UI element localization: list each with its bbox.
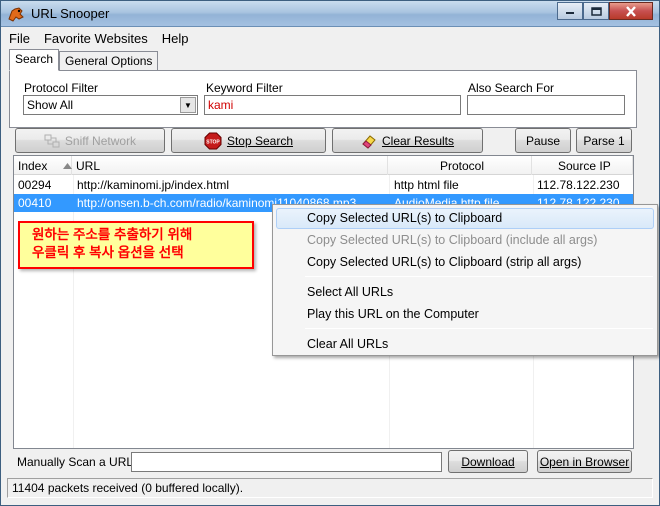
maximize-icon [590,6,602,16]
table-row[interactable]: 00294 http://kaminomi.jp/index.html http… [14,176,633,194]
minimize-icon [566,12,574,14]
app-window: URL Snooper File Favorite Websites Help … [0,0,660,506]
cell-protocol: http html file [394,178,459,192]
menu-help[interactable]: Help [155,31,196,46]
stop-sign-icon: STOP [204,132,222,150]
menu-copy-include-args[interactable]: Copy Selected URL(s) to Clipboard (inclu… [276,230,654,251]
callout-line-1: 원하는 주소를 추출하기 위해 [32,227,193,242]
menu-separator [305,328,653,329]
search-panel: Protocol Filter Show All ▼ Keyword Filte… [9,70,637,128]
download-button[interactable]: Download [448,450,528,473]
cell-index: 00294 [18,178,52,192]
sort-ascending-icon [63,163,72,169]
open-in-browser-button[interactable]: Open in Browser [537,450,632,473]
parse-button[interactable]: Parse 1 [576,128,632,153]
menu-separator [305,276,653,277]
protocol-filter-value: Show All [27,98,74,112]
also-search-input[interactable] [467,95,625,115]
clear-results-button[interactable]: Clear Results [332,128,483,153]
network-icon [44,133,60,149]
cell-source-ip: 112.78.122.230 [537,178,620,192]
sniff-network-button[interactable]: Sniff Network [15,128,165,153]
keyword-filter-input[interactable]: kami [204,95,461,115]
window-title: URL Snooper [31,6,110,21]
grid-line [73,175,74,448]
open-in-browser-label: Open in Browser [539,454,630,469]
minimize-button[interactable] [557,2,583,20]
sniff-network-label: Sniff Network [64,133,137,148]
tab-strip: Search General Options [9,49,159,71]
menu-bar: File Favorite Websites Help [2,28,658,49]
pause-button[interactable]: Pause [515,128,571,153]
callout-line-2: 우클릭 후 복사 옵션을 선택 [32,245,184,260]
protocol-filter-select[interactable]: Show All ▼ [23,95,198,115]
clear-results-label: Clear Results [381,133,455,148]
column-header-source-ip[interactable]: Source IP [532,156,633,175]
tab-general-options[interactable]: General Options [59,51,159,71]
svg-text:STOP: STOP [206,139,220,145]
keyword-filter-label: Keyword Filter [206,81,283,95]
also-search-label: Also Search For [468,81,555,95]
chevron-down-icon[interactable]: ▼ [180,97,196,113]
instruction-callout: 원하는 주소를 추출하기 위해 우클릭 후 복사 옵션을 선택 [18,221,254,269]
column-header-protocol[interactable]: Protocol [388,156,532,175]
manual-scan-input[interactable] [131,452,442,472]
menu-select-all-urls[interactable]: Select All URLs [276,282,654,303]
cell-url: http://kaminomi.jp/index.html [77,178,230,192]
tab-search[interactable]: Search [9,49,60,71]
protocol-filter-label: Protocol Filter [24,81,99,95]
app-logo-icon [8,7,24,22]
menu-play-url[interactable]: Play this URL on the Computer [276,304,654,325]
menu-clear-all-urls[interactable]: Clear All URLs [276,334,654,355]
eraser-icon [361,133,377,149]
manual-scan-label: Manually Scan a URL: [17,455,137,469]
title-bar[interactable]: URL Snooper [1,1,659,27]
column-header-url[interactable]: URL [63,156,388,175]
menu-copy-selected-urls[interactable]: Copy Selected URL(s) to Clipboard [276,208,654,229]
context-menu: Copy Selected URL(s) to Clipboard Copy S… [272,204,658,356]
stop-search-button[interactable]: STOP Stop Search [171,128,326,153]
close-button[interactable] [609,2,653,20]
list-header: Index URL Protocol Source IP [14,156,633,175]
menu-file[interactable]: File [2,31,37,46]
cell-index: 00410 [18,196,52,210]
download-label: Download [461,454,515,469]
keyword-filter-value: kami [208,98,234,112]
menu-favorite-websites[interactable]: Favorite Websites [37,31,155,46]
menu-copy-strip-args[interactable]: Copy Selected URL(s) to Clipboard (strip… [276,252,654,273]
status-bar: 11404 packets received (0 buffered local… [7,478,653,498]
stop-search-label: Stop Search [226,133,294,148]
close-icon [626,5,636,17]
maximize-button[interactable] [583,2,609,20]
